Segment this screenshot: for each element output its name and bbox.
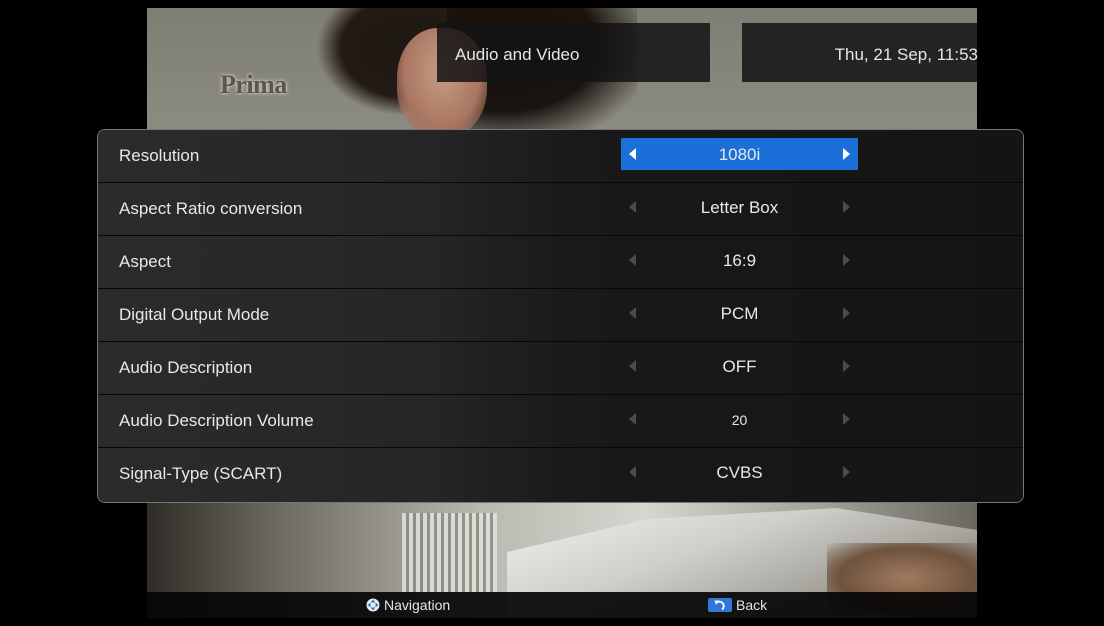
setting-row-audio-description-volume[interactable]: Audio Description Volume 20 (98, 395, 1023, 448)
setting-value: 1080i (718, 145, 761, 164)
value-selector[interactable]: OFF (621, 350, 858, 382)
value-selector[interactable]: 1080i (621, 138, 858, 170)
settings-panel: Resolution 1080i Aspect Ratio conversion… (97, 129, 1024, 503)
back-arrow-icon (708, 598, 732, 612)
arrow-right-icon[interactable] (843, 360, 850, 372)
arrow-right-icon[interactable] (843, 201, 850, 213)
navigation-hint-label: Navigation (384, 597, 451, 613)
clock: Thu, 21 Sep, 11:53 (834, 45, 978, 64)
setting-row-signal-type-scart[interactable]: Signal-Type (SCART) CVBS (98, 448, 1023, 502)
arrow-left-icon[interactable] (629, 307, 636, 319)
arrow-right-icon[interactable] (843, 307, 850, 319)
hint-bar (147, 592, 977, 618)
value-selector[interactable]: 20 (621, 403, 858, 435)
value-selector[interactable]: Letter Box (621, 191, 858, 223)
back-hint-label: Back (736, 597, 768, 613)
value-selector[interactable]: CVBS (621, 456, 858, 488)
setting-value: Letter Box (700, 198, 779, 217)
setting-value: 16:9 (722, 251, 757, 270)
arrow-left-icon[interactable] (629, 254, 636, 266)
setting-row-resolution[interactable]: Resolution 1080i (98, 130, 1023, 183)
setting-row-audio-description[interactable]: Audio Description OFF (98, 342, 1023, 395)
arrow-left-icon[interactable] (629, 360, 636, 372)
arrow-right-icon[interactable] (843, 466, 850, 478)
setting-value: PCM (720, 304, 759, 323)
setting-row-aspect-ratio-conversion[interactable]: Aspect Ratio conversion Letter Box (98, 183, 1023, 236)
arrow-left-icon[interactable] (629, 413, 636, 425)
setting-label: Signal-Type (SCART) (119, 464, 283, 483)
arrow-left-icon[interactable] (629, 466, 636, 478)
setting-label: Resolution (119, 146, 200, 165)
arrow-left-icon[interactable] (629, 148, 636, 160)
setting-row-digital-output-mode[interactable]: Digital Output Mode PCM (98, 289, 1023, 342)
setting-row-aspect[interactable]: Aspect 16:9 (98, 236, 1023, 289)
back-hint[interactable]: Back (708, 597, 767, 613)
setting-label: Audio Description Volume (119, 411, 314, 430)
setting-value: 20 (731, 412, 748, 428)
arrow-left-icon[interactable] (629, 201, 636, 213)
setting-label: Audio Description (119, 358, 253, 377)
arrow-right-icon[interactable] (843, 413, 850, 425)
setting-label: Aspect (119, 252, 171, 271)
setting-label: Aspect Ratio conversion (119, 199, 303, 218)
value-selector[interactable]: PCM (621, 297, 858, 329)
setting-label: Digital Output Mode (119, 305, 270, 324)
setting-value: OFF (722, 357, 757, 376)
dpad-icon (366, 598, 380, 612)
page-title: Audio and Video (455, 45, 580, 64)
navigation-hint: Navigation (366, 597, 450, 613)
video-radiator (402, 513, 497, 593)
channel-logo: Prima (220, 70, 287, 99)
arrow-right-icon[interactable] (843, 148, 850, 160)
value-selector[interactable]: 16:9 (621, 244, 858, 276)
arrow-right-icon[interactable] (843, 254, 850, 266)
setting-value: CVBS (716, 463, 763, 482)
